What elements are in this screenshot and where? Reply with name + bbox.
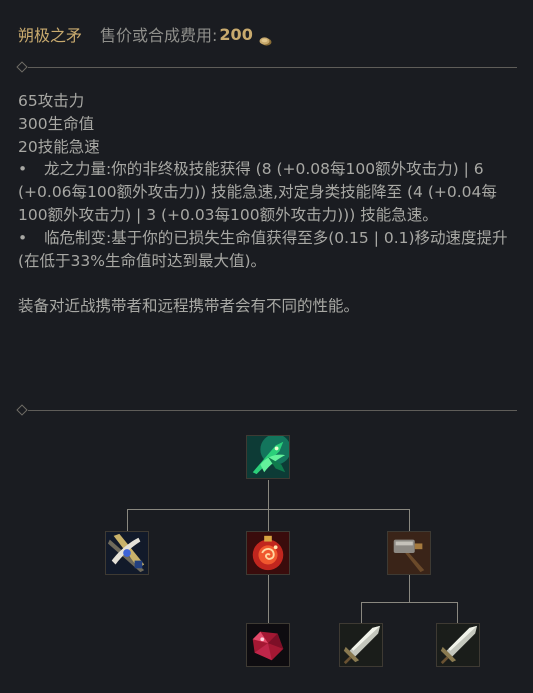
bullet-icon: • [18,160,28,179]
passive-cleave: • 临危制变:基于你的已损失生命值获得至多(0.15 | 0.1)移动速度提升 (… [18,227,518,273]
recipe-component-item[interactable] [105,531,149,575]
item-note: 装备对近战携带者和远程携带者会有不同的性能。 [18,297,360,316]
recipe-subcomponent-item[interactable] [436,623,480,667]
section-divider [16,61,517,73]
passive-dragonforce: • 龙之力量:你的非终极技能获得 (8 (+0.08每100额外攻击力) | 6 … [18,158,518,226]
long-sword-icon [437,624,479,666]
item-name: 朔极之矛 [18,26,83,45]
price-value: 200 [219,24,253,44]
recipe-root-item[interactable] [246,435,290,479]
bullet-icon: • [18,228,28,247]
red-potion-orb-icon [247,532,289,574]
passive-text: 临危制变:基于你的已损失生命值获得至多(0.15 | 0.1)移动速度提升 (在… [18,228,508,270]
item-description: 65攻击力 300生命值 20技能急速 • 龙之力量:你的非终极技能获得 (8 (… [18,90,518,318]
section-divider [16,404,517,416]
ruby-crystal-icon [247,624,289,666]
divider-diamond-icon [16,61,28,73]
price-label: 售价或合成费用: [100,26,218,45]
recipe-tree [0,420,533,693]
warhammer-icon [388,532,430,574]
recipe-subcomponent-item[interactable] [339,623,383,667]
item-header: 朔极之矛 售价或合成费用: 200 [18,22,272,46]
gold-coin-icon [259,31,272,46]
passive-text: 龙之力量:你的非终极技能获得 (8 (+0.08每100额外攻击力) | 6 (… [18,160,497,224]
recipe-subcomponent-item[interactable] [246,623,290,667]
recipe-component-item[interactable] [387,531,431,575]
green-dragon-spear-icon [247,436,289,478]
long-sword-icon [340,624,382,666]
stat-line: 20技能急速 [18,137,100,156]
stat-line: 300生命值 [18,114,95,133]
jeweled-pickaxe-sword-icon [106,532,148,574]
divider-diamond-icon [16,404,28,416]
recipe-component-item[interactable] [246,531,290,575]
stat-line: 65攻击力 [18,92,85,110]
